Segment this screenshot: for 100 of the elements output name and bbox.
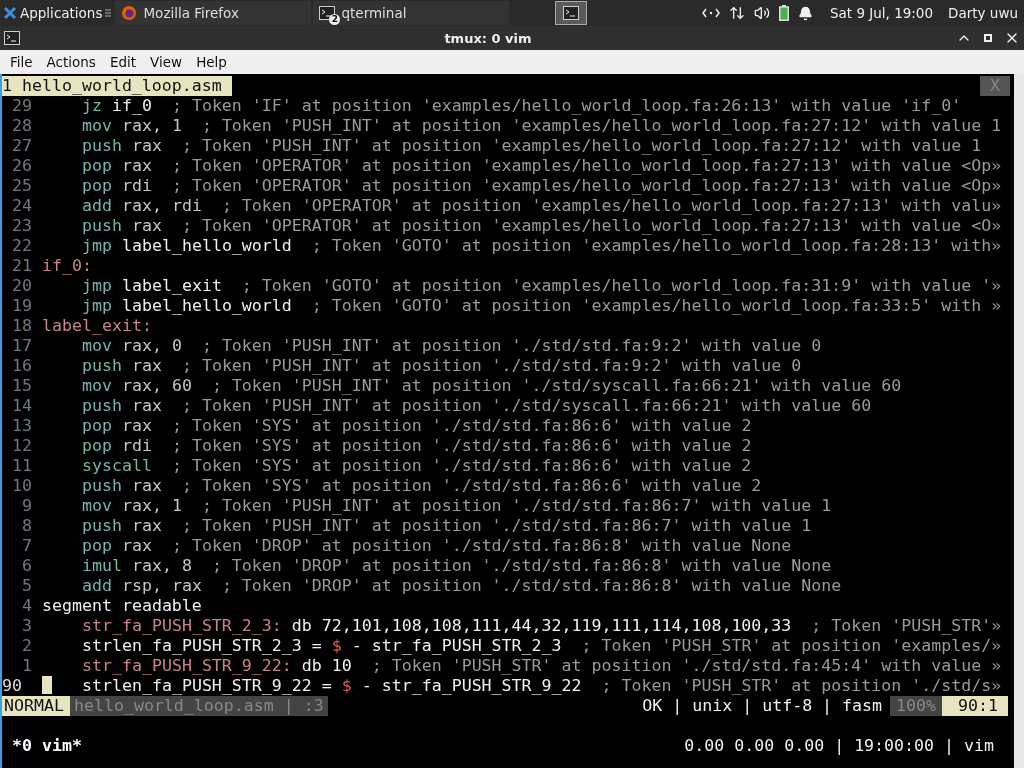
operand-text: rax — [120, 416, 152, 436]
taskbar-button[interactable]: Mozilla Firefox — [115, 1, 312, 25]
mode-indicator: NORMAL — [2, 696, 70, 716]
code-text: db 10 — [300, 656, 352, 676]
scroll-percent: 100% — [890, 696, 943, 716]
line-number: 15 — [11, 376, 33, 396]
instruction-keyword: push — [81, 216, 122, 236]
code-comment: ; Token 'PUSH_INT' at position './std/std.fa:9:2' with value 0 — [200, 336, 822, 356]
code-comment: ; Token 'OPERATOR' at position 'examples/hello_world_loop.fa:27:13' with value <Op» — [170, 156, 1002, 176]
operand-text: rax, 1 — [120, 116, 182, 136]
code-comment: ; Token 'PUSH_STR'» — [810, 616, 1002, 636]
line-number: 1 — [21, 656, 33, 676]
label-text: str_fa_PUSH_STR_2_3: — [81, 616, 282, 636]
menu-item[interactable]: Edit — [102, 54, 144, 70]
count-badge: 2 — [329, 14, 341, 25]
code-text: strlen_fa_PUSH_STR_2_3 = — [81, 636, 323, 656]
terminal-icon — [319, 5, 336, 21]
code-comment: ; Token 'GOTO' at position 'examples/hello_world_loop.fa:28:13' with» — [310, 236, 1002, 256]
applications-menu[interactable]: Applications — [0, 0, 116, 26]
battery-icon — [778, 5, 789, 21]
label-text: str_fa_PUSH_STR_9_22: — [81, 656, 292, 676]
code-comment: ; Token 'IF' at position 'examples/hello_world_loop.fa:26:13' with value 'if_0' — [170, 96, 962, 116]
instruction-keyword: pop — [81, 176, 112, 196]
operand-text: rsp, rax — [120, 576, 202, 596]
line-number: 16 — [11, 356, 33, 376]
menu-item[interactable]: Actions — [39, 54, 103, 70]
instruction-keyword: mov — [81, 336, 112, 356]
line-number: 9 — [21, 496, 33, 516]
instruction-keyword: jz — [81, 96, 102, 116]
transfer-icon — [728, 5, 745, 21]
taskbar-button[interactable]: 2 qterminal — [313, 1, 510, 25]
line-number: 2 — [21, 636, 33, 656]
code-comment: ; Token 'SYS' at position './std/std.fa:86:6' with value 2 — [170, 416, 752, 436]
code-text: strlen_fa_PUSH_STR_9_22 = — [81, 676, 333, 696]
tmux-window[interactable]: *0 vim* — [2, 736, 82, 756]
code-comment: ; Token 'SYS' at position './std/std.fa:86:6' with value 2 — [180, 476, 762, 496]
instruction-keyword: pop — [81, 436, 112, 456]
instruction-keyword: push — [81, 136, 122, 156]
code-comment: ; Token 'PUSH_INT' at position './std/std.fa:86:7' with value 1 — [180, 516, 812, 536]
label-text: label_exit: — [42, 316, 152, 336]
line-number: 22 — [11, 236, 33, 256]
menu-item[interactable]: Help — [189, 54, 234, 70]
code-comment: ; Token 'OPERATOR' at position 'examples/hello_world_loop.fa:27:13' with valu» — [220, 196, 1002, 216]
code-comment: ; Token 'OPERATOR' at position 'examples/hello_world_loop.fa:27:13' with value <Op» — [170, 176, 1002, 196]
line-number: 28 — [11, 116, 33, 136]
network-icon — [701, 8, 720, 18]
scrollbar[interactable] — [1014, 74, 1024, 768]
line-number: 25 — [11, 176, 33, 196]
operand-text: rax — [130, 136, 162, 156]
line-number: 21 — [11, 256, 33, 276]
square-icon — [983, 33, 993, 43]
code-comment: ; Token 'PUSH_INT' at position './std/std.fa:86:7' with value 1 — [200, 496, 832, 516]
terminal-launcher[interactable] — [555, 1, 588, 25]
user-name[interactable]: Darty uwu — [948, 5, 1018, 21]
code-text: label_hello_world — [120, 296, 292, 316]
instruction-keyword: mov — [81, 116, 112, 136]
instruction-keyword: imul — [81, 556, 122, 576]
instruction-keyword: mov — [81, 496, 112, 516]
instruction-keyword: jmp — [81, 236, 112, 256]
menu-item[interactable]: View — [143, 54, 190, 70]
terminal-icon — [563, 5, 580, 21]
line-number: 24 — [11, 196, 33, 216]
code-text: label_hello_world — [120, 236, 292, 256]
operand-text: rax — [130, 396, 162, 416]
line-number: 18 — [11, 316, 33, 336]
line-number: 17 — [11, 336, 33, 356]
operand-text: rax, rdi — [120, 196, 202, 216]
code-text: db 72,101,108,108,111,44,32,119,111,114,108,100,33 — [290, 616, 792, 636]
buffer-tab[interactable]: 1 hello_world_loop.asm — [2, 76, 232, 96]
window-title: tmux: 0 vim — [443, 30, 533, 46]
line-number: 27 — [11, 136, 33, 156]
line-number: 6 — [21, 556, 33, 576]
code-comment: ; Token 'PUSH_STR' at position './std/s» — [600, 676, 1002, 696]
instruction-keyword: mov — [81, 376, 112, 396]
operand-text: rax — [120, 156, 152, 176]
menu-item[interactable]: File — [3, 54, 40, 70]
menu-icon — [105, 8, 112, 18]
line-number: 23 — [11, 216, 33, 236]
instruction-keyword: push — [81, 396, 122, 416]
file-status: hello_world_loop.asm | :3 — [69, 696, 328, 716]
tmux-status: 0.00 0.00 0.00 | 19:00:00 | vim — [684, 736, 995, 756]
file-info: OK | unix | utf-8 | fasm — [642, 696, 884, 716]
instruction-keyword: push — [81, 476, 122, 496]
operand-text: rax — [130, 516, 162, 536]
code-comment: ; Token 'PUSH_STR' at position 'examples/» — [580, 636, 1002, 656]
code-comment: ; Token 'DROP' at position './std/std.fa:86:8' with value None — [220, 576, 842, 596]
code-comment: ; Token 'SYS' at position './std/std.fa:86:6' with value 2 — [170, 456, 752, 476]
code-comment: ; Token 'PUSH_INT' at position './std/syscall.fa:66:21' with value 60 — [180, 396, 872, 416]
line-number: 19 — [11, 296, 33, 316]
operand-text: rax, 0 — [120, 336, 182, 356]
clock[interactable]: Sat 9 Jul, 19:00 — [829, 5, 934, 21]
code-comment: ; Token 'OPERATOR' at position 'examples/hello_world_loop.fa:27:13' with value <O» — [180, 216, 1002, 236]
instruction-keyword: add — [81, 196, 112, 216]
code-comment: ; Token 'GOTO' at position 'examples/hello_world_loop.fa:31:9' with value '» — [240, 276, 1002, 296]
terminal-icon — [4, 30, 20, 46]
line-number: 10 — [11, 476, 33, 496]
instruction-keyword: jmp — [81, 276, 112, 296]
instruction-keyword: add — [81, 576, 112, 596]
code-text: - str_fa_PUSH_STR_2_3 — [350, 636, 562, 656]
line-number: 20 — [11, 276, 33, 296]
